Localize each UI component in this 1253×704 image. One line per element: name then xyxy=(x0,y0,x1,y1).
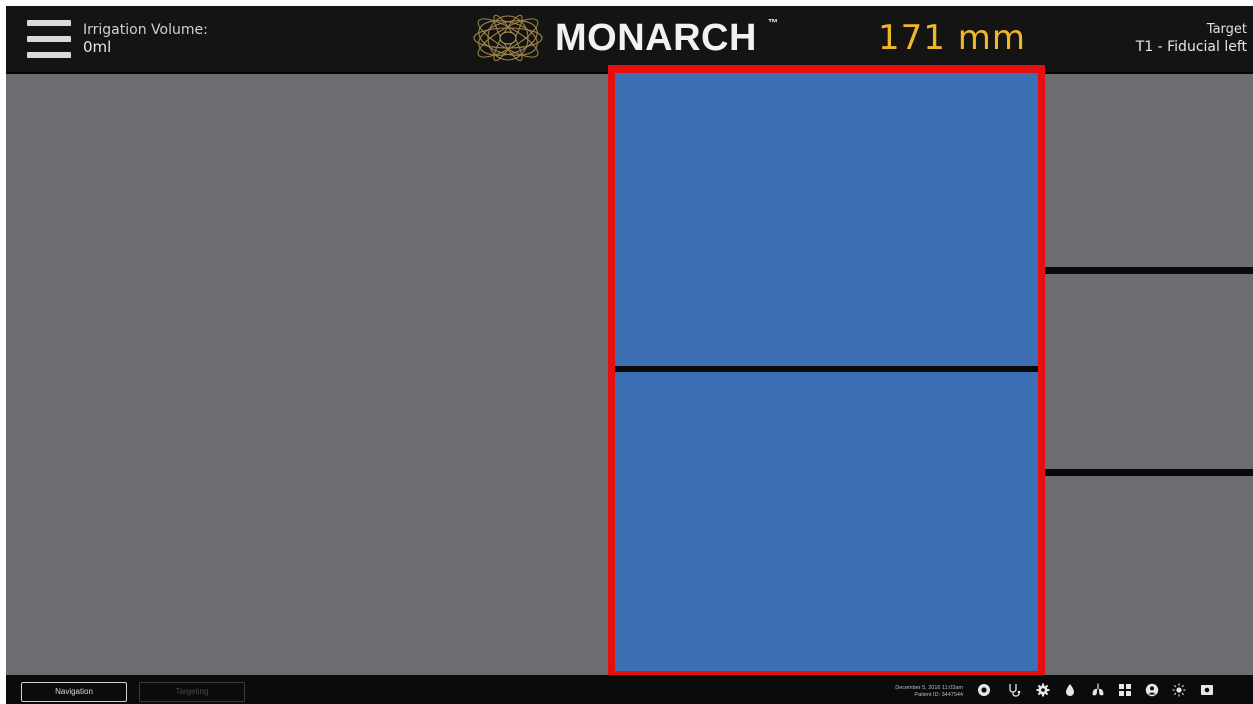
brightness-icon[interactable] xyxy=(1172,683,1186,697)
tab-navigation[interactable]: Navigation xyxy=(21,682,127,702)
lungs-icon[interactable] xyxy=(1091,683,1105,697)
trademark-symbol: ™ xyxy=(768,18,778,29)
highlighted-view-frame xyxy=(608,65,1045,679)
user-icon[interactable] xyxy=(1145,683,1159,697)
grid-layout-icon[interactable] xyxy=(1118,683,1132,697)
center-view-container xyxy=(615,73,1038,671)
camera-icon[interactable] xyxy=(977,683,991,697)
right-view-1[interactable] xyxy=(1045,74,1253,267)
irrigation-volume-value: 0ml xyxy=(83,38,112,56)
center-view-bottom[interactable] xyxy=(615,372,1038,671)
target-value[interactable]: T1 - Fiducial left xyxy=(1136,39,1247,55)
tab-targeting[interactable]: Targeting xyxy=(139,682,245,702)
header-bar: Irrigation Volume: 0ml MONARCH ™ 171 mm … xyxy=(6,6,1253,72)
right-view-2[interactable] xyxy=(1045,274,1253,469)
brand-name: MONARCH xyxy=(555,17,757,59)
water-drop-icon[interactable] xyxy=(1063,683,1077,697)
app-window: Irrigation Volume: 0ml MONARCH ™ 171 mm … xyxy=(6,6,1253,704)
patient-id: Patient ID: 3447544 xyxy=(914,692,963,698)
menu-icon[interactable] xyxy=(27,20,71,58)
right-view-3[interactable] xyxy=(1045,476,1253,675)
main-view-panel[interactable] xyxy=(6,74,609,675)
screenshot-icon[interactable] xyxy=(1200,683,1214,697)
irrigation-volume-label: Irrigation Volume: xyxy=(83,22,208,38)
gear-icon[interactable] xyxy=(1036,683,1050,697)
right-view-stack xyxy=(1045,74,1253,675)
bottom-toolbar: Navigation Targeting December 5, 2016 11… xyxy=(6,675,1253,704)
stethoscope-icon[interactable] xyxy=(1007,683,1021,697)
center-view-top[interactable] xyxy=(615,73,1038,366)
session-date: December 5, 2016 11:03am xyxy=(895,685,963,691)
distance-readout: 171 mm xyxy=(878,18,1026,58)
monarch-logo-icon xyxy=(473,14,543,62)
target-label: Target xyxy=(1206,22,1247,37)
